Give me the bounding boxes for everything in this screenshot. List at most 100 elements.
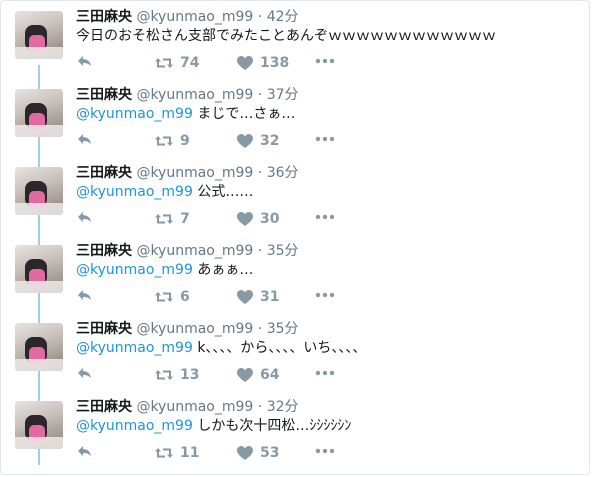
tweet-header: 三田麻央 @kyunmao_m99 · 32分 xyxy=(76,397,299,417)
timestamp[interactable]: 35分 xyxy=(267,243,299,259)
display-name[interactable]: 三田麻央 xyxy=(76,87,132,103)
timestamp[interactable]: 42分 xyxy=(267,9,299,25)
separator: · xyxy=(257,165,263,181)
mention-link[interactable]: @kyunmao_m99 xyxy=(76,106,193,122)
like-button[interactable]: 30 xyxy=(236,209,279,229)
like-button[interactable]: 53 xyxy=(236,443,279,463)
retweet-icon xyxy=(154,211,174,227)
username[interactable]: @kyunmao_m99 xyxy=(136,321,253,337)
retweet-button[interactable]: 13 xyxy=(154,365,199,385)
mention-link[interactable]: @kyunmao_m99 xyxy=(76,418,193,434)
username[interactable]: @kyunmao_m99 xyxy=(136,399,253,415)
tweet-text: @kyunmao_m99 公式…… xyxy=(76,182,253,202)
username[interactable]: @kyunmao_m99 xyxy=(136,243,253,259)
heart-icon xyxy=(236,133,254,149)
more-button[interactable] xyxy=(315,287,335,303)
mention-link[interactable]: @kyunmao_m99 xyxy=(76,262,193,278)
tweet-actions: 7 30 xyxy=(76,209,376,229)
timestamp[interactable]: 36分 xyxy=(267,165,299,181)
more-icon xyxy=(315,209,335,225)
mention-link[interactable]: @kyunmao_m99 xyxy=(76,340,193,356)
tweet-actions: 13 64 xyxy=(76,365,376,385)
more-icon xyxy=(315,287,335,303)
timestamp[interactable]: 37分 xyxy=(267,87,299,103)
timestamp[interactable]: 35分 xyxy=(267,321,299,337)
avatar[interactable] xyxy=(15,245,63,293)
tweet[interactable]: 三田麻央 @kyunmao_m99 · 32分 @kyunmao_m99 しかも… xyxy=(1,391,589,469)
display-name[interactable]: 三田麻央 xyxy=(76,243,132,259)
tweet-text: @kyunmao_m99 まじで…さぁ… xyxy=(76,104,295,124)
avatar[interactable] xyxy=(15,401,63,449)
more-button[interactable] xyxy=(315,209,335,225)
mention-link[interactable]: @kyunmao_m99 xyxy=(76,184,193,200)
username[interactable]: @kyunmao_m99 xyxy=(136,87,253,103)
avatar[interactable] xyxy=(15,323,63,371)
retweet-button[interactable]: 74 xyxy=(154,53,199,73)
tweet-body: あぁぁ… xyxy=(192,262,254,278)
retweet-button[interactable]: 6 xyxy=(154,287,190,307)
retweet-button[interactable]: 9 xyxy=(154,131,190,151)
more-icon xyxy=(315,365,335,381)
tweet-body: しかも次十四松…ｼｼｼｼｼﾝ xyxy=(192,418,352,434)
like-button[interactable]: 31 xyxy=(236,287,279,307)
display-name[interactable]: 三田麻央 xyxy=(76,321,132,337)
avatar[interactable] xyxy=(15,167,63,215)
reply-button[interactable] xyxy=(76,53,94,69)
reply-icon xyxy=(76,287,94,303)
separator: · xyxy=(257,399,263,415)
retweet-button[interactable]: 11 xyxy=(154,443,199,463)
more-button[interactable] xyxy=(315,365,335,381)
reply-icon xyxy=(76,443,94,459)
retweet-button[interactable]: 7 xyxy=(154,209,190,229)
like-button[interactable]: 32 xyxy=(236,131,279,151)
retweet-icon xyxy=(154,289,174,305)
tweet[interactable]: 三田麻央 @kyunmao_m99 · 35分 @kyunmao_m99 k、、… xyxy=(1,313,589,391)
avatar[interactable] xyxy=(15,89,63,137)
reply-icon xyxy=(76,365,94,381)
heart-icon xyxy=(236,55,254,71)
more-icon xyxy=(315,443,335,459)
username[interactable]: @kyunmao_m99 xyxy=(136,165,253,181)
username[interactable]: @kyunmao_m99 xyxy=(136,9,253,25)
like-count: 64 xyxy=(260,367,280,383)
tweet-body: 今日のおそ松さん支部でみたことあんぞｗｗｗｗｗｗｗｗｗｗｗｗ xyxy=(76,28,496,44)
tweet-text: @kyunmao_m99 あぁぁ… xyxy=(76,260,253,280)
tweet-header: 三田麻央 @kyunmao_m99 · 42分 xyxy=(76,7,299,27)
reply-button[interactable] xyxy=(76,443,94,459)
retweet-icon xyxy=(154,133,174,149)
separator: · xyxy=(257,87,263,103)
avatar[interactable] xyxy=(15,11,63,59)
more-button[interactable] xyxy=(315,443,335,459)
like-button[interactable]: 138 xyxy=(236,53,289,73)
retweet-count: 11 xyxy=(180,445,200,461)
like-count: 30 xyxy=(260,211,280,227)
separator: · xyxy=(257,243,263,259)
reply-button[interactable] xyxy=(76,131,94,147)
retweet-count: 6 xyxy=(180,289,190,305)
retweet-count: 7 xyxy=(180,211,190,227)
tweet[interactable]: 三田麻央 @kyunmao_m99 · 42分 今日のおそ松さん支部でみたことあ… xyxy=(1,1,589,79)
tweet-body: 公式…… xyxy=(192,184,254,200)
tweet-actions: 74 138 xyxy=(76,53,376,73)
like-count: 138 xyxy=(260,55,290,71)
tweet-actions: 11 53 xyxy=(76,443,376,463)
reply-button[interactable] xyxy=(76,287,94,303)
heart-icon xyxy=(236,367,254,383)
display-name[interactable]: 三田麻央 xyxy=(76,399,132,415)
display-name[interactable]: 三田麻央 xyxy=(76,9,132,25)
separator: · xyxy=(257,321,263,337)
reply-button[interactable] xyxy=(76,365,94,381)
timestamp[interactable]: 32分 xyxy=(267,399,299,415)
retweet-count: 74 xyxy=(180,55,200,71)
more-button[interactable] xyxy=(315,53,335,69)
more-button[interactable] xyxy=(315,131,335,147)
like-button[interactable]: 64 xyxy=(236,365,279,385)
tweet-header: 三田麻央 @kyunmao_m99 · 36分 xyxy=(76,163,299,183)
heart-icon xyxy=(236,445,254,461)
tweet[interactable]: 三田麻央 @kyunmao_m99 · 36分 @kyunmao_m99 公式…… xyxy=(1,157,589,235)
reply-button[interactable] xyxy=(76,209,94,225)
tweet-header: 三田麻央 @kyunmao_m99 · 35分 xyxy=(76,241,299,261)
tweet[interactable]: 三田麻央 @kyunmao_m99 · 35分 @kyunmao_m99 あぁぁ… xyxy=(1,235,589,313)
tweet[interactable]: 三田麻央 @kyunmao_m99 · 37分 @kyunmao_m99 まじで… xyxy=(1,79,589,157)
display-name[interactable]: 三田麻央 xyxy=(76,165,132,181)
